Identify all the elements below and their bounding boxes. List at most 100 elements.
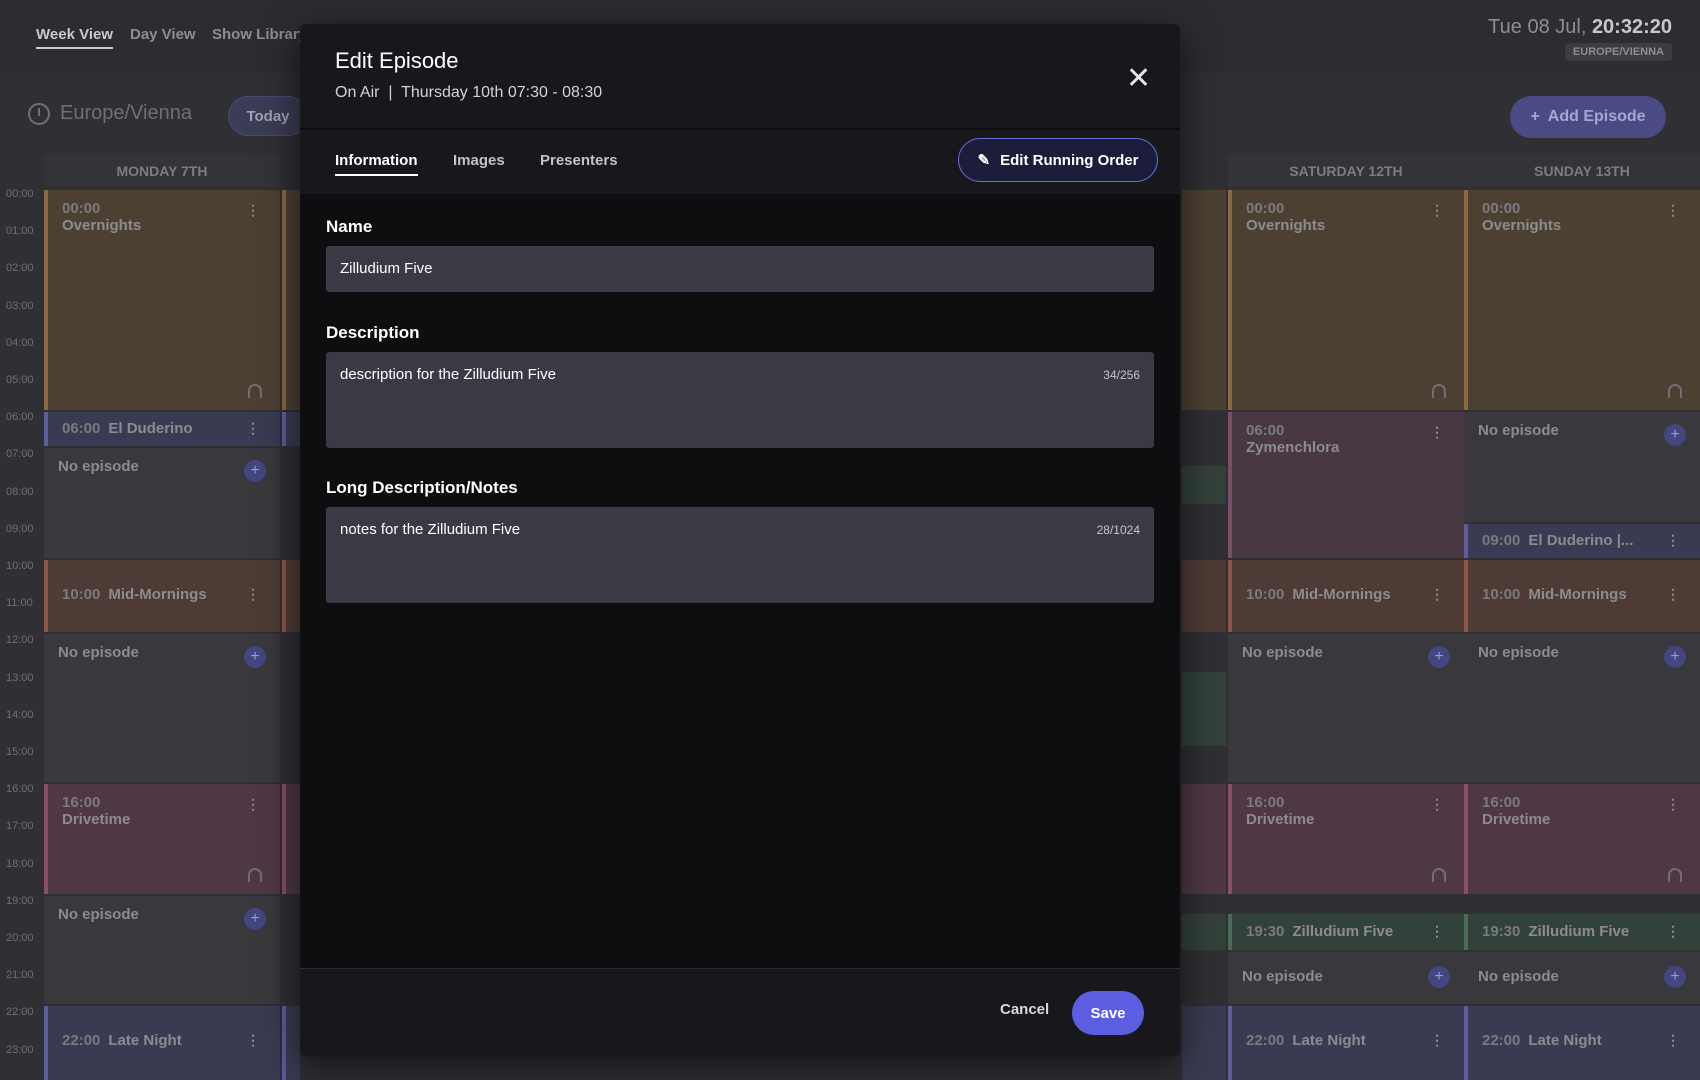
more-icon[interactable]: ⋮: [246, 420, 260, 437]
add-icon[interactable]: +: [1664, 646, 1686, 668]
episode-block[interactable]: 22:00 Late Night ⋮: [1464, 1006, 1700, 1080]
save-button[interactable]: Save: [1072, 991, 1144, 1035]
no-episode-label: No episode: [1242, 968, 1323, 985]
dialog-title: Edit Episode: [335, 48, 459, 73]
timezone-selector[interactable]: Europe/Vienna: [28, 102, 192, 125]
episode-block[interactable]: 00:00 Overnights ⋮: [1228, 190, 1464, 410]
time-label: 21:00: [6, 969, 34, 982]
more-icon[interactable]: ⋮: [1430, 202, 1444, 219]
add-episode-button[interactable]: + Add Episode: [1510, 96, 1666, 138]
more-icon[interactable]: ⋮: [1666, 532, 1680, 549]
empty-slot[interactable]: No episode +: [44, 634, 280, 782]
clock: Tue 08 Jul, 20:32:20: [1488, 16, 1672, 39]
episode-time: 22:00: [1246, 1032, 1285, 1049]
add-icon[interactable]: +: [1428, 966, 1450, 988]
dialog-footer: Cancel Save: [300, 968, 1180, 1056]
tab-presenters[interactable]: Presenters: [540, 152, 618, 169]
episode-block[interactable]: 09:00 El Duderino |... ⋮: [1464, 524, 1700, 558]
more-icon[interactable]: ⋮: [1666, 202, 1680, 219]
time-label: 13:00: [6, 671, 34, 684]
description-field[interactable]: description for the Zilludium Five 34/25…: [326, 352, 1154, 448]
more-icon[interactable]: ⋮: [1430, 424, 1444, 441]
name-field[interactable]: Zilludium Five: [326, 246, 1154, 292]
episode-block[interactable]: 10:00 Mid-Mornings ⋮: [1464, 560, 1700, 632]
edit-running-order-button[interactable]: ✎ Edit Running Order: [958, 138, 1158, 182]
episode-block: [1182, 1006, 1226, 1080]
more-icon[interactable]: ⋮: [1666, 796, 1680, 813]
more-icon[interactable]: ⋮: [1430, 1032, 1444, 1049]
tab-week-view[interactable]: Week View: [36, 26, 113, 49]
empty-slot[interactable]: No episode +: [1464, 634, 1700, 782]
episode-time: 10:00: [1482, 586, 1521, 603]
broadcast-icon: [1432, 868, 1446, 882]
empty-slot[interactable]: No episode +: [1464, 412, 1700, 522]
no-episode-label: No episode: [58, 458, 139, 475]
time-label: 00:00: [6, 188, 34, 200]
episode-block[interactable]: 16:00 Drivetime ⋮: [44, 784, 280, 894]
episode-block[interactable]: 00:00 Overnights ⋮: [44, 190, 280, 410]
episode-block[interactable]: 06:00 Zymenchlora ⋮: [1228, 412, 1464, 558]
tab-images[interactable]: Images: [453, 152, 505, 169]
name-label: Name: [326, 217, 373, 236]
episode-block[interactable]: 16:00 Drivetime ⋮: [1464, 784, 1700, 894]
episode-block[interactable]: 10:00 Mid-Mornings ⋮: [1228, 560, 1464, 632]
description-counter: 34/256: [1103, 368, 1140, 382]
add-icon[interactable]: +: [244, 908, 266, 930]
episode-block[interactable]: 19:30 Zilludium Five ⋮: [1464, 914, 1700, 950]
tab-day-view[interactable]: Day View: [130, 26, 196, 43]
notes-field[interactable]: notes for the Zilludium Five 28/1024: [326, 507, 1154, 603]
more-icon[interactable]: ⋮: [1430, 796, 1444, 813]
tab-information[interactable]: Information: [335, 152, 418, 176]
episode-block[interactable]: 16:00 Drivetime ⋮: [1228, 784, 1464, 894]
tab-show-library[interactable]: Show Library: [212, 26, 307, 43]
empty-slot[interactable]: No episode +: [44, 896, 280, 1004]
episode-block: [282, 784, 300, 894]
episode-title: Overnights: [1246, 217, 1326, 234]
more-icon[interactable]: ⋮: [1430, 586, 1444, 603]
more-icon[interactable]: ⋮: [246, 586, 260, 603]
today-button[interactable]: Today: [228, 96, 308, 136]
more-icon[interactable]: ⋮: [1666, 586, 1680, 603]
episode-block[interactable]: 19:30 Zilludium Five ⋮: [1228, 914, 1464, 950]
episode-block: [1182, 466, 1226, 504]
episode-block[interactable]: 06:00 El Duderino ⋮: [44, 412, 280, 446]
episode-block[interactable]: 22:00 Late Night ⋮: [44, 1006, 280, 1080]
episode-time: 16:00: [1246, 794, 1285, 811]
time-label: 06:00: [6, 411, 34, 424]
timezone-badge: EUROPE/VIENNA: [1564, 43, 1672, 61]
episode-title: Late Night: [1292, 1032, 1366, 1049]
empty-slot[interactable]: No episode +: [44, 448, 280, 558]
episode-block: [1182, 190, 1226, 410]
cancel-button[interactable]: Cancel: [1000, 1001, 1049, 1018]
more-icon[interactable]: ⋮: [246, 202, 260, 219]
add-icon[interactable]: +: [244, 460, 266, 482]
more-icon[interactable]: ⋮: [1430, 923, 1444, 940]
clock-date: Tue 08 Jul,: [1488, 16, 1587, 38]
add-icon[interactable]: +: [1428, 646, 1450, 668]
episode-title: Late Night: [1528, 1032, 1602, 1049]
more-icon[interactable]: ⋮: [1666, 1032, 1680, 1049]
episode-title: Drivetime: [62, 811, 131, 828]
edit-running-order-label: Edit Running Order: [1000, 151, 1139, 169]
empty-slot[interactable]: No episode +: [1228, 952, 1464, 1004]
episode-time: 06:00: [62, 420, 101, 437]
add-icon[interactable]: +: [1664, 966, 1686, 988]
broadcast-icon: [1668, 384, 1682, 398]
empty-slot[interactable]: No episode +: [1464, 952, 1700, 1004]
more-icon[interactable]: ⋮: [246, 1032, 260, 1049]
time-label: 04:00: [6, 336, 34, 349]
more-icon[interactable]: ⋮: [246, 796, 260, 813]
empty-slot[interactable]: No episode +: [1228, 634, 1464, 782]
episode-block[interactable]: 22:00 Late Night ⋮: [1228, 1006, 1464, 1080]
episode-block: [1182, 914, 1226, 950]
episode-block[interactable]: 00:00 Overnights ⋮: [1464, 190, 1700, 410]
notes-label: Long Description/Notes: [326, 478, 518, 497]
episode-block[interactable]: 10:00 Mid-Mornings ⋮: [44, 560, 280, 632]
day-header-saturday: SATURDAY 12TH: [1228, 155, 1464, 187]
time-label: 03:00: [6, 299, 34, 312]
close-icon[interactable]: ✕: [1126, 64, 1151, 94]
add-icon[interactable]: +: [244, 646, 266, 668]
add-icon[interactable]: +: [1664, 424, 1686, 446]
time-label: 19:00: [6, 894, 34, 907]
more-icon[interactable]: ⋮: [1666, 923, 1680, 940]
